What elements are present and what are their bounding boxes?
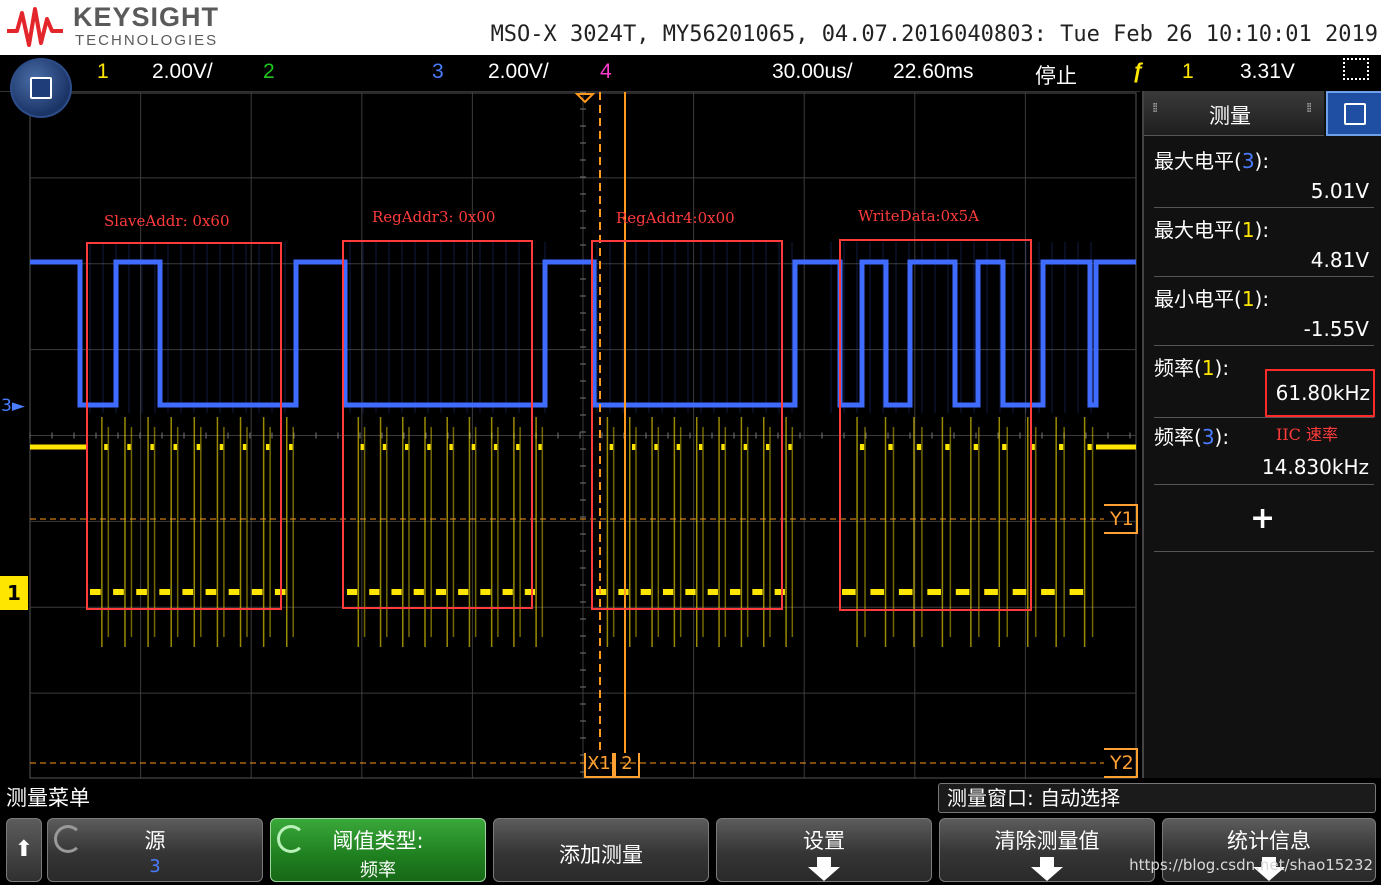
softkey-settings[interactable]: 设置 [716,818,932,882]
softkey-value: 3 [149,856,161,877]
ch3-label[interactable]: 3 [432,60,444,84]
softkey-label: 清除测量值 [994,829,1100,853]
ch1-scale[interactable]: 2.00V/ [152,60,213,84]
measure-label-3: 最小电平(1): [1154,287,1270,311]
softkey-threshold-type[interactable]: 阈值类型: 频率 [270,818,486,882]
run-state[interactable]: 停止 [1035,60,1077,90]
measure-value-3: -1.55V [1303,317,1369,341]
softkey-label: 阈值类型: [332,829,424,853]
measure-label-4: 频率(1): [1154,356,1230,380]
softkey-label: 设置 [803,829,845,853]
menu-icon [1343,102,1366,125]
ch3-ground-marker[interactable]: 3► [1,396,25,416]
header: KEYSIGHT TECHNOLOGIES MSO-X 3024T, MY562… [0,0,1381,55]
softkey-clear-measurements[interactable]: 清除测量值 [939,818,1155,882]
down-arrow-icon [808,857,840,881]
waveform-canvas [29,92,1137,779]
divider [1154,207,1374,208]
add-measurement-plus[interactable]: + [1250,501,1275,536]
ch1-ground-marker[interactable]: 1 [0,576,28,610]
softkey-label: 源 [144,829,166,853]
brand-subtitle: TECHNOLOGIES [75,32,219,49]
trigger-source[interactable]: 1 [1182,60,1194,84]
panel-menu-button[interactable] [1326,91,1381,136]
divider [1154,484,1374,485]
time-scale[interactable]: 30.00us/ [772,60,853,84]
divider [1154,417,1374,418]
measure-value-5: 14.830kHz [1261,455,1369,479]
ch2-label[interactable]: 2 [263,60,275,84]
measure-value-2: 4.81V [1310,248,1369,272]
back-button[interactable]: ⬆ [6,818,42,882]
menu-title: 测量菜单 [0,782,930,814]
x2-cursor-marker[interactable]: 2 [614,753,640,778]
measure-window-field[interactable]: 测量窗口: 自动选择 [938,783,1376,813]
measure-value-1: 5.01V [1310,179,1369,203]
y2-cursor-marker[interactable]: Y2 [1104,748,1138,778]
divider [1154,551,1374,552]
divider [1154,276,1374,277]
brand-name: KEYSIGHT [73,2,220,32]
time-delay[interactable]: 22.60ms [893,60,974,84]
trigger-edge-icon: ƒ [1132,60,1144,83]
annotation-slave-addr: SlaveAddr: 0x60 [104,212,230,230]
ch4-label[interactable]: 4 [600,60,612,84]
measure-label-2: 最大电平(1): [1154,218,1270,242]
softkey-label: 统计信息 [1227,829,1311,853]
oscilloscope-screen: KEYSIGHT TECHNOLOGIES MSO-X 3024T, MY562… [0,0,1381,885]
drag-grip-icon[interactable]: ⁞⁞ [1306,102,1312,115]
softkey-value: 频率 [360,860,396,881]
acquisition-icon [1343,58,1369,80]
annotation-regaddr4: RegAddr4:0x00 [616,209,735,227]
main-menu-button[interactable] [10,58,72,118]
annotation-regaddr3: RegAddr3: 0x00 [372,208,496,226]
annotation-box [342,240,533,609]
down-arrow-icon [1031,857,1063,881]
measurement-panel: ⁞⁞ 测量 ⁞⁞ 最大电平(3): 5.01V 最大电平(1): 4.81V 最… [1142,91,1381,778]
trigger-position-icon [574,93,596,104]
waveform-display[interactable]: SlaveAddr: 0x60 RegAddr3: 0x00 RegAddr4:… [0,91,1140,779]
watermark-text: https://blog.csdn.net/shao15232 [1129,856,1373,874]
panel-title: 测量 [1209,104,1251,128]
measure-label-5: 频率(3): [1154,425,1230,449]
ch3-scale[interactable]: 2.00V/ [488,60,549,84]
status-bar: 1 2.00V/ 2 3 2.00V/ 4 30.00us/ 22.60ms 停… [0,55,1381,91]
softkey-label: 添加测量 [559,843,643,867]
up-arrow-icon: ⬆ [14,837,34,862]
measure-label-1: 最大电平(3): [1154,149,1270,173]
softkey-source[interactable]: 源 3 [47,818,263,882]
trigger-level[interactable]: 3.31V [1240,60,1295,84]
panel-header: ⁞⁞ 测量 ⁞⁞ [1144,91,1324,136]
annotation-speed: IIC 速率 [1276,425,1338,444]
ch3-marker-label: 3 [1,396,12,416]
y1-cursor-marker[interactable]: Y1 [1104,504,1138,534]
ch1-label[interactable]: 1 [97,60,109,84]
measure-value-4: 61.80kHz [1265,369,1375,417]
drag-grip-icon[interactable]: ⁞⁞ [1152,102,1158,115]
annotation-write-data: WriteData:0x5A [858,207,979,225]
keysight-logo-icon [7,7,63,47]
softkey-add-measurement[interactable]: 添加测量 [493,818,709,882]
divider [1154,345,1374,346]
scope-info-line: MSO-X 3024T, MY56201065, 04.07.201604080… [490,22,1378,47]
menu-icon [30,77,52,99]
x1-cursor-marker[interactable]: X1 [584,753,614,778]
